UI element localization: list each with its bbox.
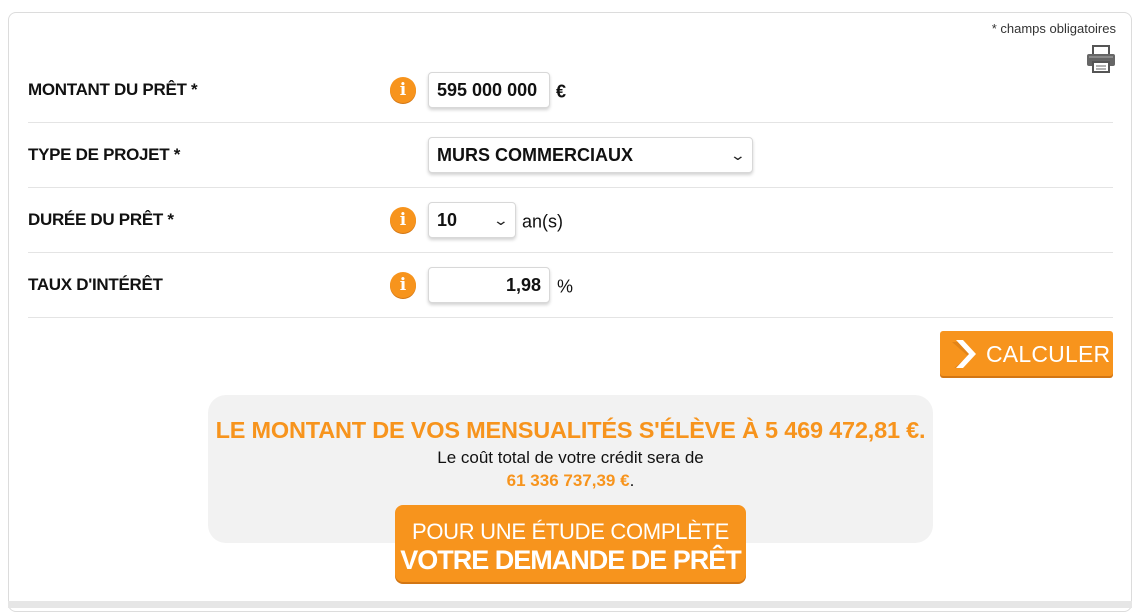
taux-value: 1,98 bbox=[505, 274, 541, 295]
taux-info-icon[interactable]: i bbox=[390, 272, 416, 298]
result-cost-line: 61 336 737,39 €. bbox=[208, 471, 933, 491]
taux-label: TAUX D'INTÉRÊT bbox=[28, 275, 163, 294]
chevron-right-icon bbox=[952, 340, 976, 368]
montant-label: MONTANT DU PRÊT * bbox=[28, 80, 198, 99]
calculate-button[interactable]: CALCULER bbox=[940, 331, 1113, 376]
row-montant: MONTANT DU PRÊT * i 595 000 000 € bbox=[28, 58, 1113, 123]
montant-value: 595 000 000 bbox=[437, 79, 538, 100]
cost-suffix: . bbox=[629, 471, 635, 490]
duree-select[interactable]: 10 ⌄ bbox=[428, 202, 516, 238]
taux-unit: % bbox=[557, 276, 574, 297]
duree-value: 10 bbox=[437, 209, 458, 230]
montant-input[interactable]: 595 000 000 bbox=[428, 72, 550, 108]
duree-label: DURÉE DU PRÊT * bbox=[28, 210, 174, 229]
loan-request-button[interactable]: POUR UNE ÉTUDE COMPLÈTE VOTRE DEMANDE DE… bbox=[395, 505, 746, 582]
duree-info-icon[interactable]: i bbox=[390, 207, 416, 233]
chevron-down-icon: ⌄ bbox=[729, 146, 747, 163]
required-fields-note: * champs obligatoires bbox=[991, 21, 1116, 36]
row-duree: DURÉE DU PRÊT * i 10 ⌄ an(s) bbox=[28, 188, 1113, 253]
type-projet-value: MURS COMMERCIAUX bbox=[437, 144, 633, 165]
type-projet-label: TYPE DE PROJET * bbox=[28, 145, 181, 164]
cta-line1: POUR UNE ÉTUDE COMPLÈTE bbox=[411, 519, 730, 544]
row-type-projet: TYPE DE PROJET * MURS COMMERCIAUX ⌄ bbox=[28, 123, 1113, 188]
taux-input[interactable]: 1,98 bbox=[428, 267, 550, 303]
result-text: Le coût total de votre crédit sera de bbox=[437, 448, 704, 467]
montant-unit: € bbox=[556, 81, 567, 102]
duree-unit: an(s) bbox=[522, 211, 564, 232]
result-title: LE MONTANT DE VOS MENSUALITÉS S'ÉLÈVE À … bbox=[215, 417, 926, 443]
bottom-strip bbox=[8, 601, 1132, 608]
cta-line2: VOTRE DEMANDE DE PRÊT bbox=[400, 545, 742, 575]
chevron-down-icon: ⌄ bbox=[492, 211, 510, 228]
type-projet-select[interactable]: MURS COMMERCIAUX ⌄ bbox=[428, 137, 753, 173]
calculate-label: CALCULER bbox=[986, 341, 1111, 367]
total-cost: 61 336 737,39 € bbox=[506, 471, 630, 490]
row-taux: TAUX D'INTÉRÊT i 1,98 % bbox=[28, 253, 1113, 318]
montant-info-icon[interactable]: i bbox=[390, 77, 416, 103]
